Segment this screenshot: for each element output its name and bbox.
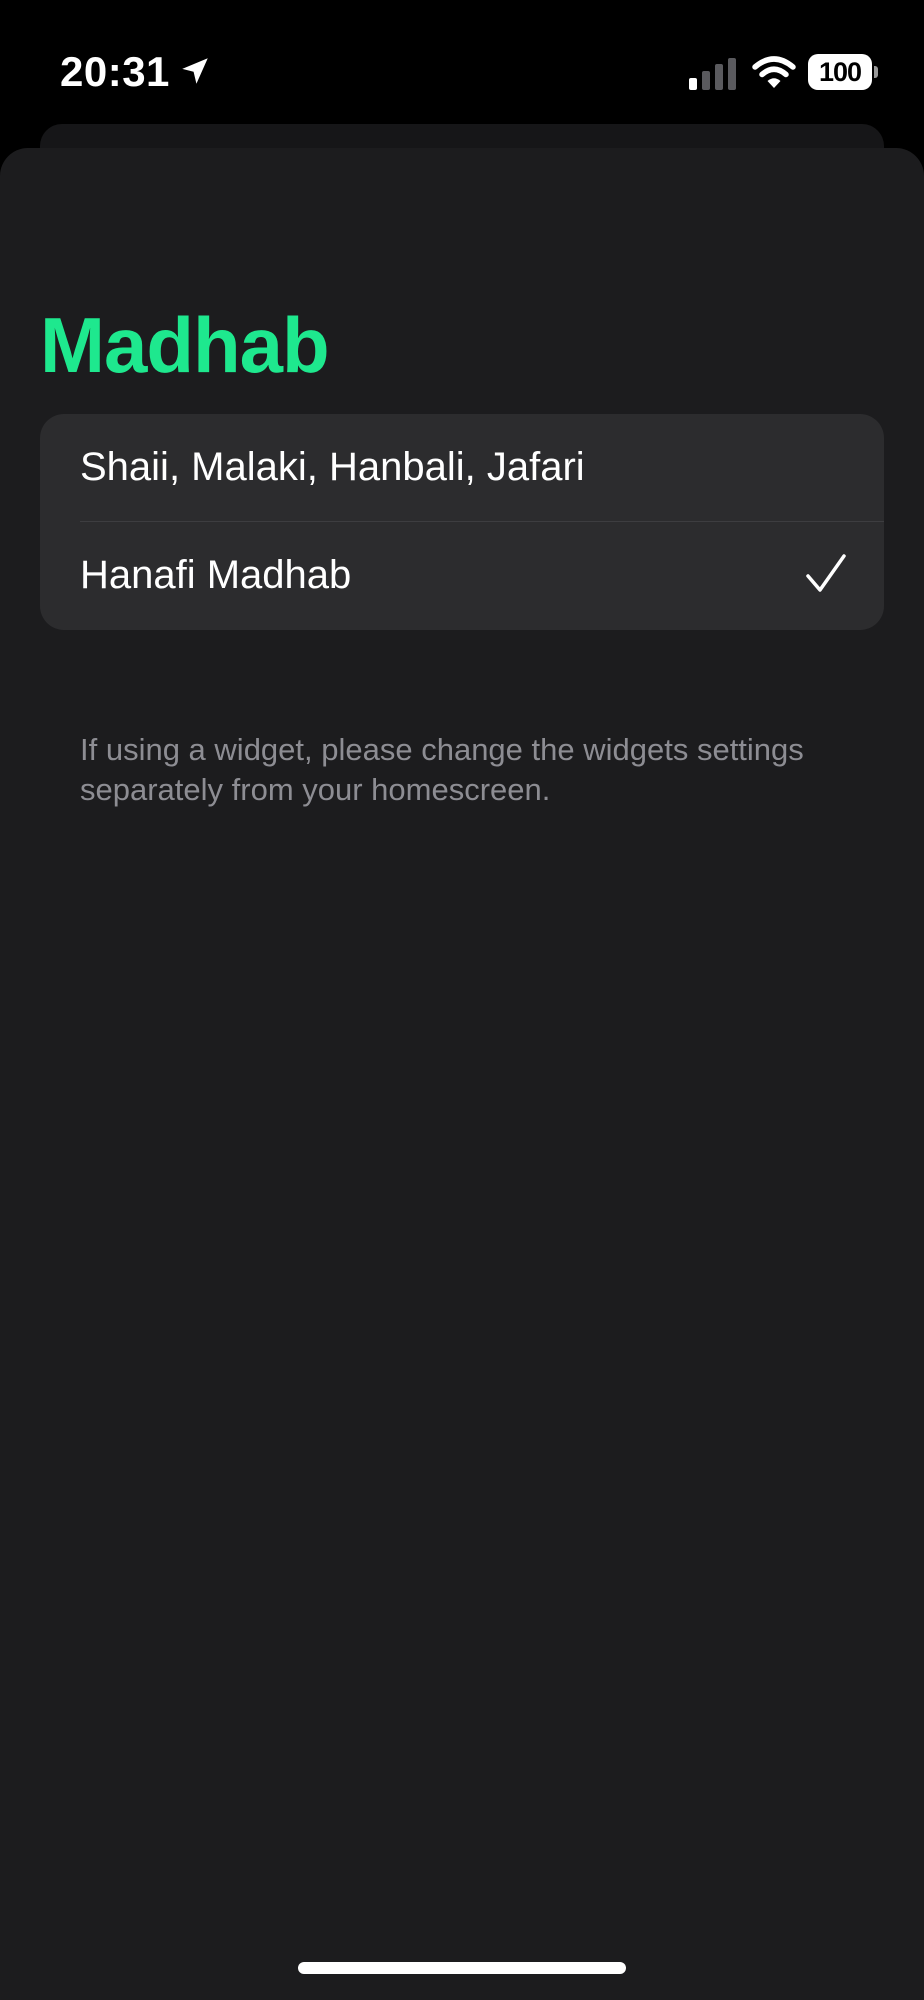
location-arrow-icon: [182, 58, 208, 84]
battery-level: 100: [808, 54, 872, 90]
page-title: Madhab: [40, 301, 330, 389]
status-bar: 20:31 100: [0, 0, 924, 120]
option-label: Shaii, Malaki, Hanbali, Jafari: [80, 445, 585, 489]
widget-settings-note: If using a widget, please change the wid…: [80, 732, 804, 807]
option-hanafi-madhab[interactable]: Hanafi Madhab: [40, 522, 884, 630]
option-shaii-malaki-hanbali-jafari[interactable]: Shaii, Malaki, Hanbali, Jafari: [40, 414, 884, 522]
wifi-icon: [752, 56, 796, 88]
checkmark-icon: [806, 554, 846, 592]
home-indicator[interactable]: [298, 1962, 626, 1974]
battery-tip: [874, 66, 878, 78]
cellular-signal-icon: [689, 58, 736, 90]
option-label: Hanafi Madhab: [80, 553, 352, 597]
madhab-options-list: Shaii, Malaki, Hanbali, Jafari Hanafi Ma…: [40, 414, 884, 630]
battery-icon: 100: [808, 54, 878, 90]
status-time: 20:31: [60, 48, 170, 95]
